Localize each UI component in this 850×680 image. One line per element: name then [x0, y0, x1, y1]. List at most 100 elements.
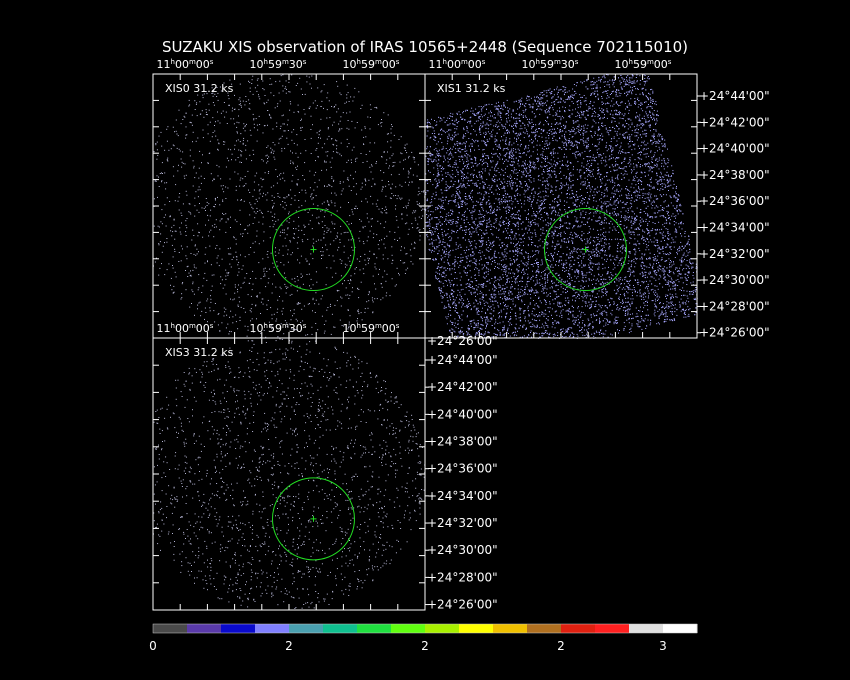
event-dot [306, 81, 308, 83]
event-dot [478, 217, 480, 219]
event-dot [485, 142, 487, 144]
event-dot [270, 117, 272, 119]
event-dot [641, 328, 643, 330]
event-dot [283, 172, 285, 174]
event-dot [218, 265, 220, 267]
event-dot [461, 202, 463, 204]
event-dot [390, 128, 392, 130]
event-dot [211, 285, 213, 287]
event-dot [350, 255, 352, 257]
event-dot [205, 210, 206, 211]
event-dot [350, 275, 352, 277]
event-dot [381, 286, 383, 288]
event-dot [532, 163, 534, 165]
event-dot [180, 233, 182, 235]
event-dot [253, 119, 255, 121]
event-dot [629, 207, 631, 209]
event-dot [240, 287, 242, 289]
event-dot [428, 215, 430, 217]
event-dot [287, 286, 289, 288]
event-dot [628, 179, 630, 181]
event-dot [667, 274, 669, 276]
event-dot [166, 159, 168, 161]
event-dot [544, 321, 546, 323]
event-dot [157, 154, 159, 156]
event-dot [527, 307, 529, 309]
event-dot [276, 105, 278, 107]
event-dot [437, 174, 439, 176]
event-dot [595, 188, 597, 190]
event-dot [597, 229, 599, 231]
event-dot [641, 158, 643, 160]
event-dot [358, 237, 360, 239]
event-dot [593, 263, 595, 265]
event-dot [272, 205, 274, 207]
event-dot [363, 143, 364, 145]
event-dot [572, 320, 574, 322]
event-dot [631, 206, 633, 208]
event-dot [171, 226, 173, 228]
event-dot [460, 203, 462, 205]
event-dot [277, 193, 279, 194]
event-dot [253, 181, 255, 183]
event-dot [364, 311, 366, 313]
event-dot [375, 203, 377, 205]
event-dot [538, 314, 540, 316]
event-dot [380, 283, 382, 285]
event-dot [496, 145, 498, 147]
event-dot [300, 152, 302, 154]
event-dot [383, 227, 385, 229]
event-dot [331, 313, 333, 315]
event-dot [158, 244, 160, 246]
event-dot [613, 117, 614, 119]
event-dot [283, 123, 285, 125]
event-dot [577, 276, 579, 278]
event-dot [634, 131, 636, 133]
event-dot [394, 161, 396, 163]
event-dot [189, 149, 191, 151]
event-dot [594, 251, 596, 253]
event-dot [488, 112, 490, 114]
event-dot [588, 231, 590, 233]
event-dot [296, 276, 298, 277]
event-dot [541, 153, 543, 155]
event-dot [633, 81, 635, 83]
event-dot [597, 186, 599, 188]
event-dot [396, 198, 398, 200]
event-dot [598, 255, 600, 257]
event-dot [385, 295, 387, 297]
event-dot [198, 251, 199, 253]
event-dot [185, 255, 187, 257]
event-dot [365, 136, 367, 138]
event-dot [413, 158, 415, 160]
event-dot [259, 193, 261, 195]
event-dot [284, 283, 286, 285]
event-dot [526, 131, 528, 132]
event-dot [672, 239, 674, 241]
event-dot [331, 202, 333, 204]
event-dot [233, 123, 235, 125]
event-dot [320, 91, 322, 93]
event-dot [594, 157, 595, 159]
event-dot [311, 333, 313, 335]
event-dot [398, 274, 400, 276]
event-dot [661, 310, 663, 312]
event-dot [611, 334, 613, 336]
event-dot [470, 174, 471, 176]
event-dot [406, 143, 408, 145]
event-dot [323, 216, 325, 218]
event-dot [207, 298, 209, 300]
event-dot [576, 333, 578, 335]
event-dot [442, 275, 444, 277]
event-dot [186, 218, 188, 219]
event-dot [205, 109, 207, 111]
event-dot [348, 239, 350, 241]
event-dot [230, 298, 231, 300]
event-dot [457, 174, 459, 176]
event-dot [644, 78, 646, 79]
event-dot [495, 277, 496, 279]
event-dot [322, 251, 324, 253]
event-dot [285, 292, 287, 294]
event-dot [330, 303, 331, 305]
event-dot [513, 172, 515, 174]
